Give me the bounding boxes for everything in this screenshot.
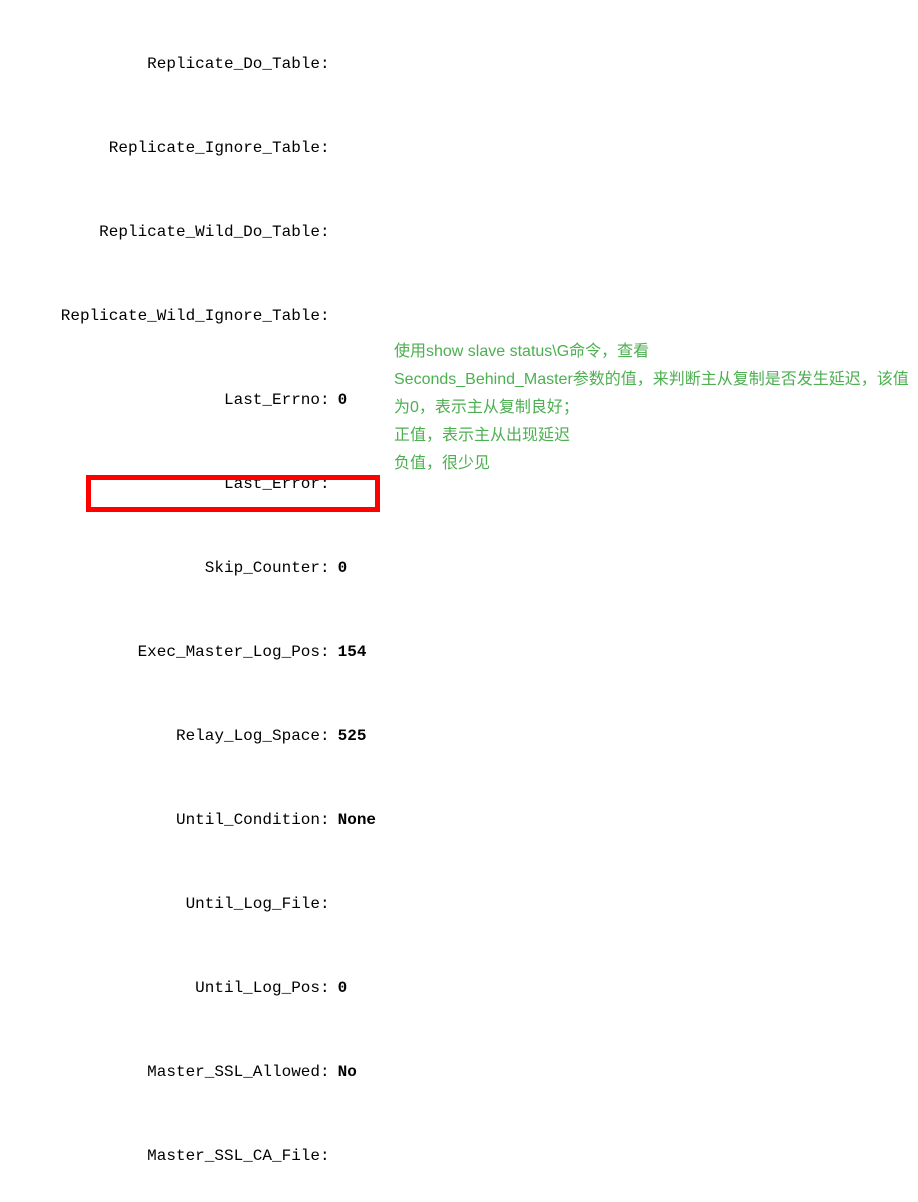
status-label: Until_Log_File [0,890,320,918]
status-label: Last_Error [0,470,320,498]
status-value: 0 [330,386,348,414]
status-row: Replicate_Do_Table: [0,50,376,78]
status-value: None [330,806,376,834]
status-row: Replicate_Wild_Ignore_Table: [0,302,376,330]
status-label: Master_SSL_CA_File [0,1142,320,1170]
status-row: Until_Condition:None [0,806,376,834]
status-value: 525 [330,722,367,750]
status-value: 154 [330,638,367,666]
status-label: Replicate_Wild_Ignore_Table [0,302,320,330]
status-row: Skip_Counter:0 [0,554,376,582]
status-value: 0 [330,974,348,1002]
annotation-line: 负值，很少见 [394,450,914,478]
annotation-text: 使用show slave status\G命令，查看 Seconds_Behin… [394,338,914,478]
status-value: 0 [330,554,348,582]
status-label: Exec_Master_Log_Pos [0,638,320,666]
status-label: Until_Log_Pos [0,974,320,1002]
status-row: Until_Log_Pos:0 [0,974,376,1002]
terminal-output: Replicate_Do_Table: Replicate_Ignore_Tab… [0,0,376,1202]
status-row: Master_SSL_CA_File: [0,1142,376,1170]
status-label: Master_SSL_Allowed [0,1058,320,1086]
status-row: Last_Error: [0,470,376,498]
status-row: Replicate_Wild_Do_Table: [0,218,376,246]
status-row: Last_Errno:0 [0,386,376,414]
status-row: Replicate_Ignore_Table: [0,134,376,162]
status-label: Until_Condition [0,806,320,834]
annotation-line: 正值，表示主从出现延迟 [394,422,914,450]
status-row: Until_Log_File: [0,890,376,918]
status-label: Relay_Log_Space [0,722,320,750]
status-row: Master_SSL_Allowed:No [0,1058,376,1086]
status-row: Exec_Master_Log_Pos:154 [0,638,376,666]
status-label: Skip_Counter [0,554,320,582]
status-label: Replicate_Ignore_Table [0,134,320,162]
status-label: Last_Errno [0,386,320,414]
annotation-line: Seconds_Behind_Master参数的值，来判断主从复制是否发生延迟，… [394,366,914,422]
status-label: Replicate_Do_Table [0,50,320,78]
status-label: Replicate_Wild_Do_Table [0,218,320,246]
status-row: Relay_Log_Space:525 [0,722,376,750]
annotation-line: 使用show slave status\G命令，查看 [394,338,914,366]
status-value: No [330,1058,357,1086]
